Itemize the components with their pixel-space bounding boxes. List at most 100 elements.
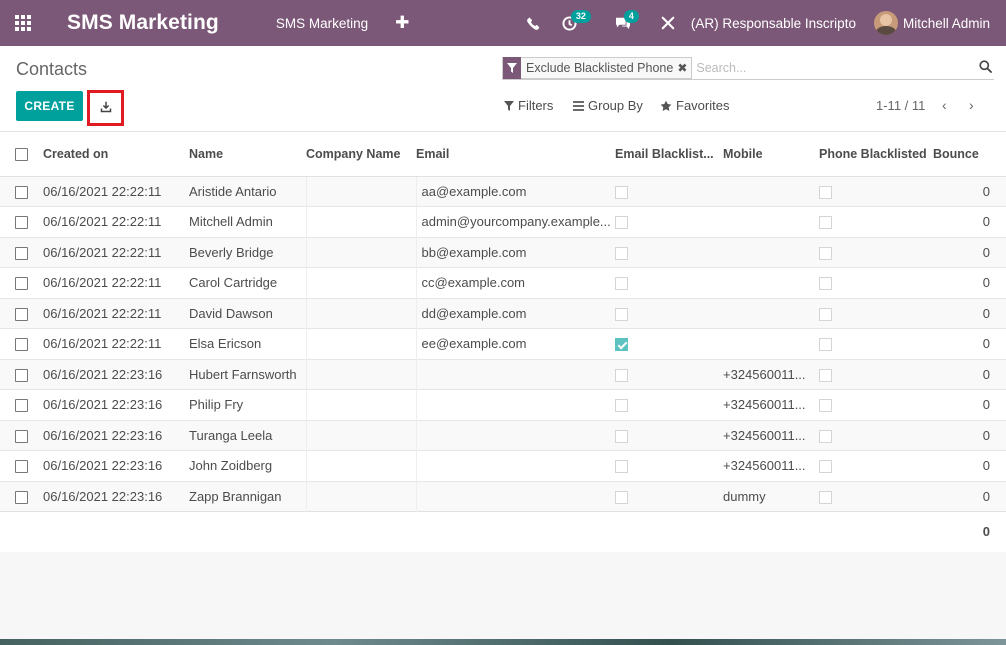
row-select-checkbox[interactable] (15, 490, 28, 504)
pager-next-button[interactable]: › (969, 97, 974, 113)
table-header-row: Created on Name Company Name Email Email… (0, 132, 1006, 177)
row-select-checkbox[interactable] (15, 460, 28, 474)
email-blacklisted-checkbox (615, 460, 628, 474)
activity-clock-icon[interactable]: 32 (562, 9, 591, 31)
cell-name: John Zoidberg (189, 450, 306, 481)
email-blacklisted-checkbox (615, 216, 628, 230)
user-menu[interactable]: Mitchell Admin (903, 16, 990, 31)
cell-bounce: 0 (933, 389, 1006, 420)
phone-blacklisted-checkbox (819, 185, 832, 199)
cell-company-name (305, 236, 416, 268)
cell-email: cc@example.com (415, 267, 615, 298)
cell-company-name (305, 450, 416, 481)
cell-mobile (723, 267, 819, 298)
email-blacklisted-checkbox (615, 429, 628, 443)
search-input[interactable] (696, 60, 957, 75)
row-select-checkbox[interactable] (15, 368, 28, 382)
cell-bounce: 0 (933, 297, 1006, 329)
table-row[interactable]: 06/16/2021 22:23:16 Zapp Brannigan dummy 0 (0, 480, 1006, 512)
search-icon[interactable] (979, 60, 992, 76)
table-row[interactable]: 06/16/2021 22:22:11 Elsa Ericson ee@exampl… (0, 328, 1006, 359)
cell-name: Zapp Brannigan (189, 480, 306, 512)
table-row[interactable]: 06/16/2021 22:23:16 Hubert Farnsworth +324… (0, 358, 1006, 390)
table-row[interactable]: 06/16/2021 22:22:11 Carol Cartridge cc@exa… (0, 267, 1006, 298)
phone-blacklisted-checkbox (819, 399, 832, 413)
top-navbar: SMS Marketing SMS Marketing ✚ 32 4 (AR) … (0, 0, 1006, 46)
phone-blacklisted-checkbox (819, 277, 832, 291)
cell-mobile (723, 297, 819, 329)
app-brand[interactable]: SMS Marketing (67, 11, 219, 35)
column-email[interactable]: Email (416, 132, 615, 177)
download-icon (100, 101, 112, 116)
cell-name: Hubert Farnsworth (189, 358, 306, 390)
group-by-label: Group By (588, 98, 643, 113)
filters-label: Filters (518, 98, 554, 113)
create-button[interactable]: CREATE (16, 91, 83, 121)
filters-dropdown[interactable]: Filters (504, 98, 553, 113)
cell-email: dd@example.com (415, 297, 615, 329)
cell-company-name (305, 206, 416, 237)
breadcrumb: Contacts (16, 59, 88, 79)
cell-email: bb@example.com (415, 236, 615, 268)
table-row[interactable]: 06/16/2021 22:23:16 Philip Fry +324560011.… (0, 389, 1006, 420)
column-bounce[interactable]: Bounce (933, 132, 1006, 177)
row-select-checkbox[interactable] (15, 185, 28, 199)
cell-email: aa@example.com (415, 175, 615, 207)
cell-bounce: 0 (933, 328, 1006, 359)
navbar-systray: 32 4 (AR) Responsable Inscripto Mitchell… (526, 0, 1006, 46)
cell-email: admin@yourcompany.example... (415, 206, 615, 237)
cell-email (415, 419, 615, 451)
company-switcher[interactable]: (AR) Responsable Inscripto (691, 16, 856, 31)
column-phone-blacklisted[interactable]: Phone Blacklisted (819, 132, 933, 177)
select-all-checkbox[interactable] (15, 147, 28, 161)
table-row[interactable]: 06/16/2021 22:23:16 John Zoidberg +3245600… (0, 450, 1006, 481)
cell-bounce: 0 (933, 358, 1006, 390)
phone-blacklisted-checkbox (819, 429, 832, 443)
export-all-button[interactable] (87, 90, 124, 126)
table-row[interactable]: 06/16/2021 22:22:11 Beverly Bridge bb@exam… (0, 236, 1006, 268)
cell-created-on: 06/16/2021 22:22:11 (43, 328, 189, 359)
cell-company-name (305, 419, 416, 451)
phone-blacklisted-checkbox (819, 368, 832, 382)
pager-value[interactable]: 1-11 / 11 (876, 98, 925, 113)
favorites-dropdown[interactable]: Favorites (660, 98, 729, 113)
row-select-checkbox[interactable] (15, 399, 28, 413)
row-select-checkbox[interactable] (15, 338, 28, 352)
cell-bounce: 0 (933, 419, 1006, 451)
table-row[interactable]: 06/16/2021 22:22:11 Aristide Antario aa@ex… (0, 175, 1006, 207)
cell-name: Mitchell Admin (189, 206, 306, 237)
cell-bounce: 0 (933, 206, 1006, 237)
cell-name: Philip Fry (189, 389, 306, 420)
table-row[interactable]: 06/16/2021 22:22:11 David Dawson dd@exampl… (0, 297, 1006, 329)
filter-icon (504, 100, 514, 111)
facet-remove-icon[interactable]: ✖ (677, 61, 691, 75)
cell-mobile (723, 236, 819, 268)
column-mobile[interactable]: Mobile (723, 132, 819, 177)
search-facet: Exclude Blacklisted Phone ✖ (502, 56, 693, 79)
column-created-on[interactable]: Created on (43, 132, 189, 177)
row-select-checkbox[interactable] (15, 277, 28, 291)
cell-name: Aristide Antario (189, 175, 306, 207)
group-by-dropdown[interactable]: Group By (573, 98, 643, 113)
email-blacklisted-checkbox (615, 277, 628, 291)
row-select-checkbox[interactable] (15, 216, 28, 230)
favorites-label: Favorites (676, 98, 730, 113)
row-select-checkbox[interactable] (15, 246, 28, 260)
menu-sms-marketing[interactable]: SMS Marketing (276, 16, 368, 31)
table-row[interactable]: 06/16/2021 22:22:11 Mitchell Admin admin@y… (0, 206, 1006, 237)
debug-tools-icon[interactable] (661, 16, 675, 30)
row-select-checkbox[interactable] (15, 307, 28, 321)
column-name[interactable]: Name (189, 132, 306, 177)
phone-icon[interactable] (526, 17, 540, 30)
row-select-checkbox[interactable] (15, 429, 28, 443)
column-company-name[interactable]: Company Name (306, 132, 416, 177)
avatar[interactable] (873, 11, 898, 35)
table-row[interactable]: 06/16/2021 22:23:16 Turanga Leela +3245600… (0, 419, 1006, 451)
column-email-blacklisted[interactable]: Email Blacklist... (615, 132, 723, 177)
email-blacklisted-checkbox (615, 307, 628, 321)
pager-previous-button[interactable]: ‹ (942, 97, 947, 113)
apps-grid-icon[interactable] (0, 0, 46, 46)
chat-icon[interactable]: 4 (615, 10, 639, 30)
cell-email: ee@example.com (415, 328, 615, 359)
menu-plus[interactable]: ✚ (395, 13, 409, 33)
